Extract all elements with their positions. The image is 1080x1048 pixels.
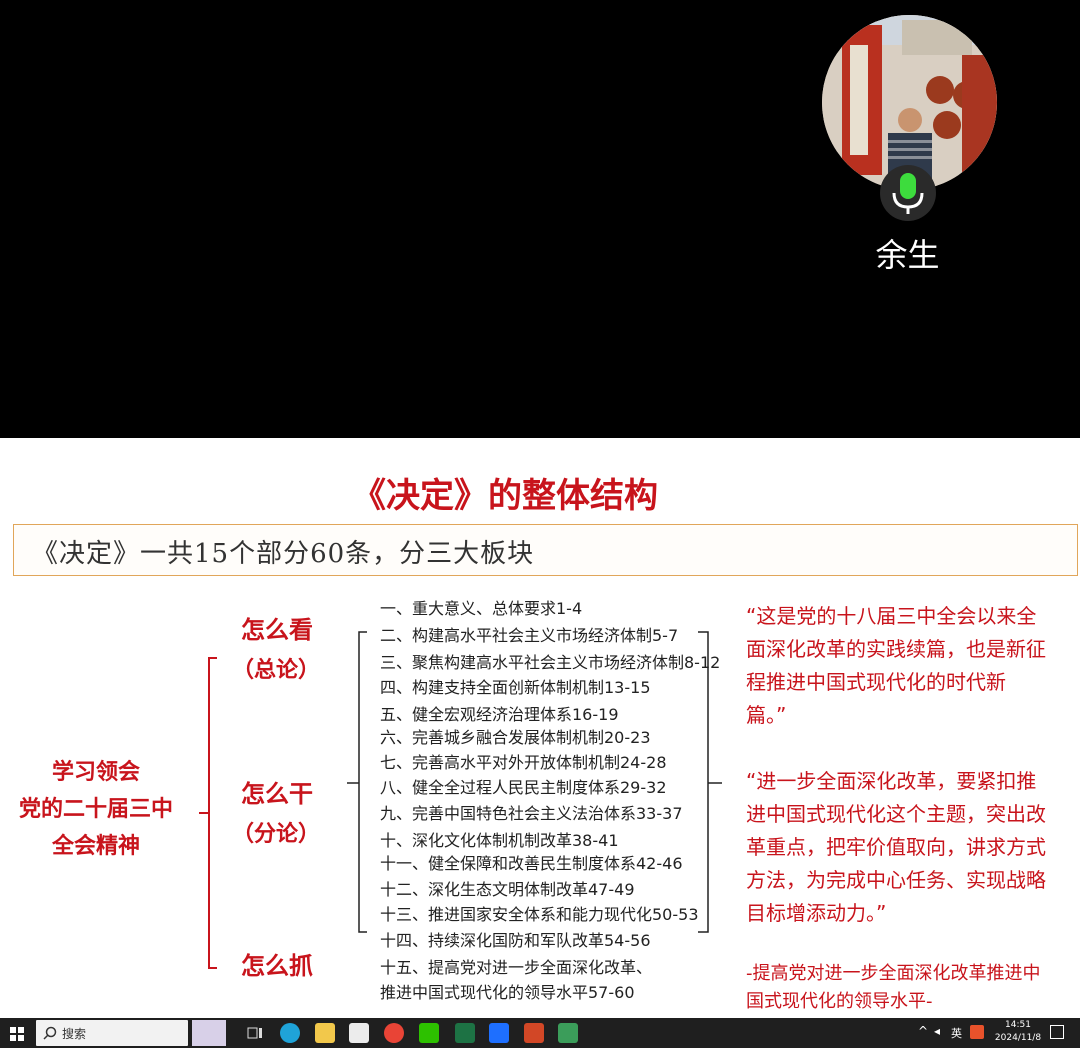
section-item: 推进中国式现代化的领导水平57-60 xyxy=(380,983,635,1002)
section-item: 三、聚焦构建高水平社会主义市场经济体制8-12 xyxy=(380,653,721,672)
clock-time: 14:51 xyxy=(1005,1020,1031,1030)
section-item: 十、深化文化体制机制改革38-41 xyxy=(380,831,619,850)
taskbar-search-box[interactable]: 搜索 xyxy=(36,1020,188,1046)
avatar-photo xyxy=(822,15,997,190)
windows-start-icon[interactable] xyxy=(10,1026,24,1041)
section-item: 十一、健全保障和改善民生制度体系42-46 xyxy=(380,854,683,873)
clock-date: 2024/11/8 xyxy=(994,1033,1042,1043)
speaker-icon[interactable]: ◂ xyxy=(934,1024,940,1038)
section-item: 五、健全宏观经济治理体系16-19 xyxy=(380,705,619,724)
taskbar: 搜索 ^ ◂ 英 14:51 2024/11/8 xyxy=(0,1018,1080,1048)
file-explorer-icon[interactable] xyxy=(315,1023,335,1043)
category-label-do: 怎么干 xyxy=(241,780,313,808)
powerpoint-icon[interactable] xyxy=(524,1023,544,1043)
section-item: 十五、提高党对进一步全面深化改革、 xyxy=(380,958,653,977)
notification-icon[interactable] xyxy=(1050,1025,1064,1039)
section-item: 六、完善城乡融合发展体制机制20-23 xyxy=(380,728,651,747)
ime-icon[interactable] xyxy=(970,1025,984,1039)
search-label: 搜索 xyxy=(62,1027,87,1041)
store-icon[interactable] xyxy=(349,1023,369,1043)
chrome-icon[interactable] xyxy=(384,1023,404,1043)
quote-2: “进一步全面深化改革，要紧扣推进中国式现代化这个主题，突出改革重点，把牢价值取向… xyxy=(746,769,1046,925)
section-item: 十二、深化生态文明体制改革47-49 xyxy=(380,880,635,899)
category-sub-do: （分论） xyxy=(232,822,321,847)
shared-slide: 《决定》的整体结构 《决定》一共15个部分60条，分三大板块 学习领会 党的二十… xyxy=(0,438,1080,1018)
video-call-area: 余生 xyxy=(0,0,1080,438)
section-item: 十三、推进国家安全体系和能力现代化50-53 xyxy=(380,905,699,924)
taskbar-clock[interactable]: 14:51 2024/11/8 xyxy=(993,1019,1043,1045)
section-item: 八、健全全过程人民民主制度体系29-32 xyxy=(380,778,667,797)
section-item: 七、完善高水平对外开放体制机制24-28 xyxy=(380,753,667,772)
quote-1: “这是党的十八届三中全会以来全面深化改革的实践续篇，也是新征程推进中国式现代化的… xyxy=(746,604,1046,727)
edge-browser-icon[interactable] xyxy=(280,1023,300,1043)
excel-icon[interactable] xyxy=(455,1023,475,1043)
participant-avatar[interactable] xyxy=(822,15,997,190)
green-app-icon[interactable] xyxy=(558,1023,578,1043)
section-item: 十四、持续深化国防和军队改革54-56 xyxy=(380,931,651,950)
section-item: 二、构建高水平社会主义市场经济体制5-7 xyxy=(380,626,679,645)
category-sub-view: （总论） xyxy=(232,658,321,683)
tray-chevron-up-icon[interactable]: ^ xyxy=(918,1024,928,1038)
section-item: 一、重大意义、总体要求1-4 xyxy=(380,599,583,618)
task-view-icon[interactable] xyxy=(245,1023,265,1043)
section-item: 四、构建支持全面创新体制机制13-15 xyxy=(380,678,651,697)
search-icon xyxy=(43,1026,57,1040)
quote-3: -提高党对进一步全面深化改革推进中国式现代化的领导水平- xyxy=(746,963,1041,1012)
section-item: 九、完善中国特色社会主义法治体系33-37 xyxy=(380,804,683,823)
wechat-icon[interactable] xyxy=(419,1023,439,1043)
category-label-view: 怎么看 xyxy=(241,616,313,644)
microphone-icon[interactable] xyxy=(880,165,936,221)
search-highlight-image-icon[interactable] xyxy=(192,1020,226,1046)
input-language-indicator[interactable]: 英 xyxy=(951,1025,962,1041)
participant-name: 余生 xyxy=(875,236,940,274)
category-label-grasp: 怎么抓 xyxy=(241,952,313,980)
meeting-app-icon[interactable] xyxy=(489,1023,509,1043)
